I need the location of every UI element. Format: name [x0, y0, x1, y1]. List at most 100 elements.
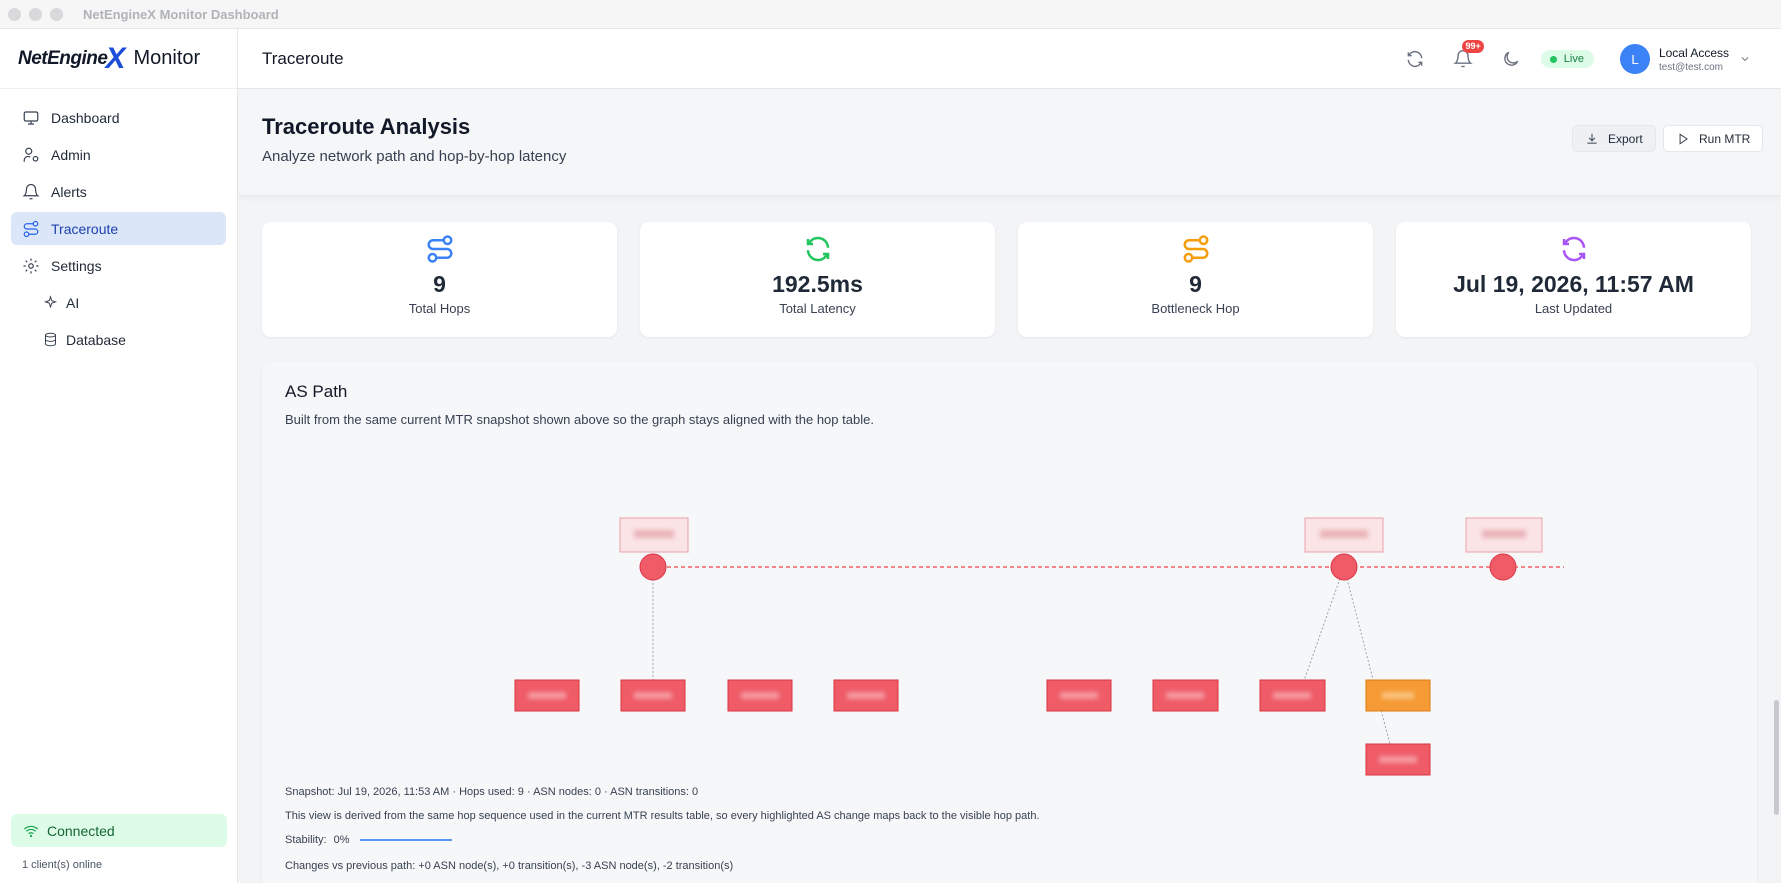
notifications-button[interactable]: 99+ — [1452, 40, 1484, 69]
avatar: L — [1619, 44, 1650, 74]
user-menu[interactable]: L Local Access test@test.com — [1619, 44, 1751, 74]
page-subtitle: Analyze network path and hop-by-hop late… — [262, 148, 567, 165]
sidebar-item-admin[interactable]: Admin — [11, 138, 226, 171]
brand-name: Monitor — [133, 47, 201, 69]
stability-value: 0% — [333, 834, 350, 846]
brand: NetEngine X Monitor — [0, 29, 237, 89]
user-gear-icon — [23, 147, 39, 162]
header-title: Traceroute — [262, 48, 344, 68]
live-status-badge: Live — [1540, 50, 1594, 68]
asn-label-left — [619, 517, 689, 553]
stat-card-total-latency: 192.5ms Total Latency — [640, 222, 995, 337]
hop-node-bottleneck[interactable] — [1365, 679, 1431, 712]
moon-icon — [1503, 51, 1519, 66]
window-title: NetEngineX Monitor Dashboard — [83, 6, 279, 22]
download-icon — [1587, 133, 1597, 144]
connection-status: Connected — [11, 814, 227, 847]
play-icon — [1679, 132, 1688, 145]
hop-node-6[interactable] — [1152, 679, 1219, 712]
route-icon — [23, 220, 39, 237]
monitor-icon — [23, 110, 39, 125]
sidebar-item-traceroute[interactable]: Traceroute — [11, 212, 226, 245]
sidebar-item-database[interactable]: Database — [11, 323, 226, 356]
window-controls — [8, 7, 63, 21]
as-path-panel: AS Path Built from the same current MTR … — [262, 362, 1757, 883]
clients-online: 1 client(s) online — [22, 859, 103, 871]
window-titlebar: NetEngineX Monitor Dashboard — [0, 0, 1781, 29]
sidebar-item-label: Dashboard — [51, 109, 120, 126]
page-header: Traceroute Analysis Analyze network path… — [239, 90, 1781, 196]
main-content: Traceroute Analysis Analyze network path… — [239, 90, 1781, 883]
asn-node[interactable] — [1330, 553, 1358, 581]
sidebar-item-dashboard[interactable]: Dashboard — [11, 101, 226, 134]
export-button[interactable]: Export — [1572, 125, 1656, 152]
stat-card-last-updated: Jul 19, 2026, 11:57 AM Last Updated — [1396, 222, 1751, 337]
minimize-window-button[interactable] — [29, 7, 42, 21]
stability-label: Stability: — [285, 834, 327, 846]
asn-label-right — [1465, 517, 1543, 553]
asn-node[interactable] — [1489, 553, 1517, 581]
scrollbar-thumb[interactable] — [1774, 700, 1779, 815]
stat-label: Bottleneck Hop — [1151, 301, 1240, 316]
chevron-down-icon — [1741, 57, 1749, 62]
stability-bar — [360, 839, 453, 841]
sidebar-item-settings[interactable]: Settings — [11, 249, 226, 282]
live-label: Live — [1563, 53, 1584, 65]
sparkles-icon — [43, 295, 58, 309]
stat-card-bottleneck-hop: 9 Bottleneck Hop — [1018, 222, 1373, 337]
sidebar-item-label: Traceroute — [51, 220, 119, 237]
stat-label: Total Latency — [779, 301, 856, 316]
run-mtr-button[interactable]: Run MTR — [1663, 125, 1764, 152]
as-path-title: AS Path — [285, 382, 348, 401]
top-header: Traceroute 99+ Live L Local Access test@… — [238, 29, 1781, 89]
sidebar-item-label: Settings — [51, 257, 102, 274]
gear-icon — [23, 258, 39, 273]
sidebar-item-label: Alerts — [51, 183, 87, 200]
hop-node-1[interactable] — [514, 679, 580, 712]
stat-value: 9 — [1189, 271, 1202, 297]
live-dot — [1549, 55, 1557, 63]
stat-value: 9 — [433, 271, 446, 297]
stat-card-total-hops: 9 Total Hops — [262, 222, 617, 337]
user-email: test@test.com — [1658, 61, 1724, 73]
derived-note: This view is derived from the same hop s… — [285, 810, 1040, 822]
user-info: Local Access test@test.com — [1659, 46, 1729, 73]
sidebar-item-label: AI — [66, 294, 80, 311]
sidebar: NetEngine X Monitor Dashboard Admin Aler… — [0, 29, 238, 883]
as-path-graph — [514, 517, 1564, 776]
hop-node-3[interactable] — [727, 679, 793, 712]
path-changes: Changes vs previous path: +0 ASN node(s)… — [285, 860, 734, 872]
refresh-icon — [806, 236, 829, 262]
refresh-button[interactable] — [1405, 49, 1425, 69]
export-label: Export — [1608, 131, 1643, 146]
theme-toggle-button[interactable] — [1501, 49, 1521, 69]
hop-node-7[interactable] — [1259, 679, 1326, 712]
route-icon — [1183, 235, 1208, 263]
asn-label-middle — [1304, 517, 1384, 553]
hop-link — [1298, 566, 1345, 696]
hop-node-2[interactable] — [620, 679, 686, 712]
hop-link — [1343, 566, 1378, 696]
run-mtr-label: Run MTR — [1699, 131, 1751, 146]
stat-value: Jul 19, 2026, 11:57 AM — [1453, 271, 1694, 297]
refresh-icon — [1562, 236, 1585, 262]
close-window-button[interactable] — [8, 7, 21, 21]
as-path-description: Built from the same current MTR snapshot… — [285, 412, 874, 427]
hop-node-5[interactable] — [1046, 679, 1112, 712]
netenginex-logo[interactable]: NetEngine X — [18, 43, 129, 74]
hop-node-9[interactable] — [1365, 743, 1431, 776]
stat-label: Total Hops — [408, 301, 471, 316]
header-actions: 99+ Live L Local Access test@test.com — [1377, 29, 1751, 89]
sidebar-item-alerts[interactable]: Alerts — [11, 175, 226, 208]
hop-node-4[interactable] — [833, 679, 899, 712]
sidebar-item-ai[interactable]: AI — [11, 286, 226, 319]
database-icon — [45, 332, 56, 347]
wifi-icon — [23, 825, 39, 837]
maximize-window-button[interactable] — [50, 7, 63, 21]
notification-badge: 99+ — [1462, 40, 1484, 53]
page-title: Traceroute Analysis — [262, 114, 471, 139]
asn-node[interactable] — [639, 553, 667, 581]
sidebar-item-label: Database — [66, 331, 126, 348]
stability-row: Stability: 0% — [285, 834, 453, 846]
refresh-icon — [1407, 50, 1423, 68]
